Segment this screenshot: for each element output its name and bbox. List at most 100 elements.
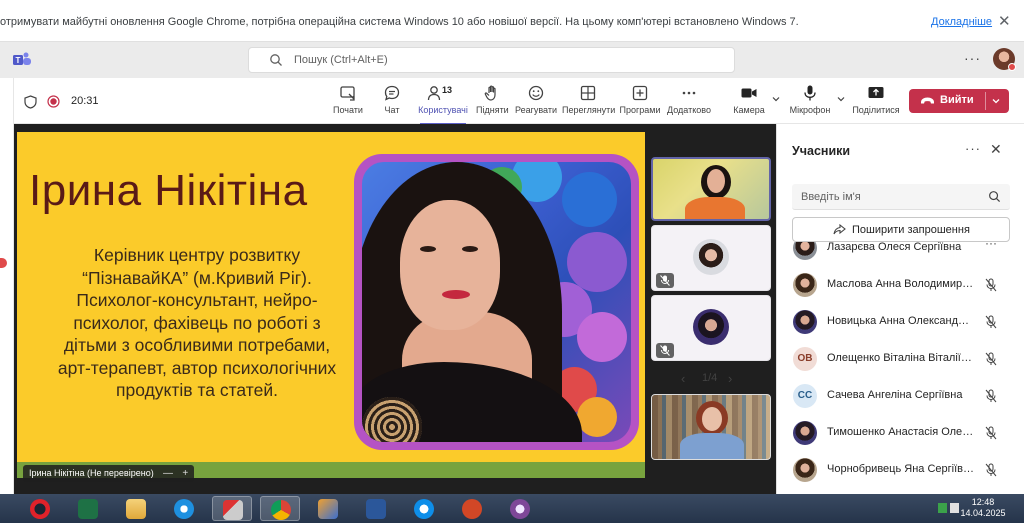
camera-label: Камера [733, 105, 765, 115]
participant-avatar [693, 239, 729, 275]
panel-more-icon[interactable]: ··· [965, 141, 981, 156]
taskbar-teamviewer[interactable] [404, 496, 444, 521]
slide-line: психолог, фахівець по роботі з [73, 312, 321, 333]
microphone-button[interactable]: Мікрофон [788, 84, 832, 120]
infobar-close-icon[interactable]: ✕ [998, 12, 1011, 30]
participant-row[interactable]: Чорнобривець Яна Сергіївна [777, 452, 1024, 488]
slide-line: арт-терапевт, автор психологічних [57, 357, 337, 378]
mic-off-icon [985, 278, 997, 292]
microphone-icon [804, 85, 816, 101]
clock-date: 14.04.2025 [960, 508, 1006, 518]
taskbar-chrome[interactable] [260, 496, 300, 521]
search-icon [989, 191, 1001, 203]
participant-name: Тимошенко Анастасія Олександрівна [827, 426, 975, 438]
microphone-options-chevron-icon[interactable] [836, 94, 846, 104]
chat-icon [384, 85, 400, 101]
taskbar-opera[interactable] [20, 496, 60, 521]
raise-hand-button[interactable]: Підняти [476, 84, 509, 120]
opera-icon [30, 499, 50, 519]
participant-avatar [793, 310, 817, 334]
share-invite-button[interactable]: Поширити запрошення [792, 217, 1010, 242]
video-tile-participant[interactable] [651, 295, 771, 361]
more-actions-button[interactable]: Додатково [666, 84, 712, 120]
participant-row[interactable]: Лазарєва Олеся Сергіївна ··· [777, 242, 1024, 266]
taskbar-explorer[interactable] [116, 496, 156, 521]
search-icon [270, 54, 282, 66]
taskbar-excel[interactable] [68, 496, 108, 521]
next-page-icon[interactable]: › [728, 371, 732, 386]
internet-explorer-icon [174, 499, 194, 519]
view-button[interactable]: Переглянути [562, 84, 615, 120]
video-person-face [707, 169, 725, 193]
mic-off-icon [660, 275, 670, 286]
teams-titlebar: T Пошук (Ctrl+Alt+E) ··· [0, 42, 1024, 78]
video-person-face [702, 407, 722, 431]
windows-taskbar: 12:48 14.04.2025 [0, 494, 1024, 523]
participant-avatar: СС [793, 384, 817, 408]
participant-more-icon[interactable]: ··· [985, 242, 997, 250]
camera-button[interactable]: Камера [732, 84, 766, 120]
leave-label: Вийти [940, 94, 974, 106]
start-button[interactable]: Почати [330, 84, 366, 120]
speaker-lips [442, 290, 470, 299]
video-tile-speaker[interactable] [651, 157, 771, 221]
participant-row[interactable]: Маслова Анна Володимирівна [777, 267, 1024, 303]
slide-title: Ірина Нікітіна [29, 166, 308, 215]
participant-name: Лазарєва Олеся Сергіївна [827, 242, 962, 253]
zoom-out-icon[interactable]: — [163, 468, 173, 479]
apps-button[interactable]: Програми [618, 84, 662, 120]
chat-button[interactable]: Чат [378, 84, 406, 120]
taskbar-snipping-tool[interactable] [212, 496, 252, 521]
taskbar-powerpoint[interactable] [452, 496, 492, 521]
muted-badge [656, 273, 674, 288]
zoom-in-icon[interactable]: + [182, 468, 188, 479]
leave-button[interactable]: Вийти [909, 89, 1009, 113]
taskbar-media-player[interactable] [308, 496, 348, 521]
participant-row[interactable]: Новицька Анна Олександрівна [777, 304, 1024, 340]
taskbar-tor-browser[interactable] [500, 496, 540, 521]
video-tile-participant[interactable] [651, 394, 771, 460]
speaker-eye [462, 246, 478, 252]
speaker-photo-frame [354, 154, 639, 450]
tray-network-icon[interactable] [938, 503, 947, 513]
prev-page-icon[interactable]: ‹ [681, 371, 685, 386]
infobar-more-link[interactable]: Докладніше [931, 16, 992, 28]
participants-label: Користувачі [418, 105, 468, 115]
leave-divider [985, 92, 986, 110]
panel-close-icon[interactable]: ✕ [990, 141, 1002, 158]
share-button[interactable]: Поділитися [852, 84, 900, 120]
shared-slide: Ірина Нікітіна Керівник центру розвитку … [17, 132, 645, 478]
participant-search-placeholder: Введіть ім'я [801, 191, 861, 203]
participant-name: Олещенко Віталіна Віталіївна [827, 352, 975, 364]
video-tile-participant[interactable] [651, 225, 771, 291]
tray-volume-icon[interactable] [950, 503, 959, 513]
leave-options-chevron-icon[interactable] [991, 96, 1001, 106]
participant-avatar [793, 421, 817, 445]
participant-row[interactable]: СС Сачева Ангеліна Сергіївна [777, 378, 1024, 414]
participant-search-input[interactable]: Введіть ім'я [792, 184, 1010, 210]
search-placeholder: Пошук (Ctrl+Alt+E) [294, 54, 388, 66]
taskbar-word[interactable] [356, 496, 396, 521]
teams-logo-icon: T [13, 52, 31, 65]
participant-row[interactable]: Тимошенко Анастасія Олександрівна [777, 415, 1024, 451]
start-icon [340, 86, 355, 101]
camera-options-chevron-icon[interactable] [771, 94, 781, 104]
titlebar-more-icon[interactable]: ··· [964, 50, 981, 66]
taskbar-internet-explorer[interactable] [164, 496, 204, 521]
folder-icon [126, 499, 146, 519]
speaker-eye [420, 246, 436, 252]
participants-button[interactable]: 13 Користувачі [416, 84, 470, 125]
slide-line: дітьми з особливими потребами, [63, 335, 331, 355]
user-avatar[interactable] [993, 48, 1016, 71]
participants-count: 13 [442, 85, 453, 95]
participant-row[interactable]: ОВ Олещенко Віталіна Віталіївна [777, 341, 1024, 377]
microphone-label: Мікрофон [789, 105, 831, 115]
participant-avatar [793, 242, 817, 260]
tray-clock[interactable]: 12:48 14.04.2025 [960, 497, 1006, 519]
scissors-icon [223, 500, 243, 520]
more-dots-icon [682, 91, 696, 95]
apps-label: Програми [619, 105, 661, 115]
mic-off-icon [985, 426, 997, 440]
search-box[interactable]: Пошук (Ctrl+Alt+E) [248, 47, 735, 73]
react-button[interactable]: Реагувати [514, 84, 558, 120]
